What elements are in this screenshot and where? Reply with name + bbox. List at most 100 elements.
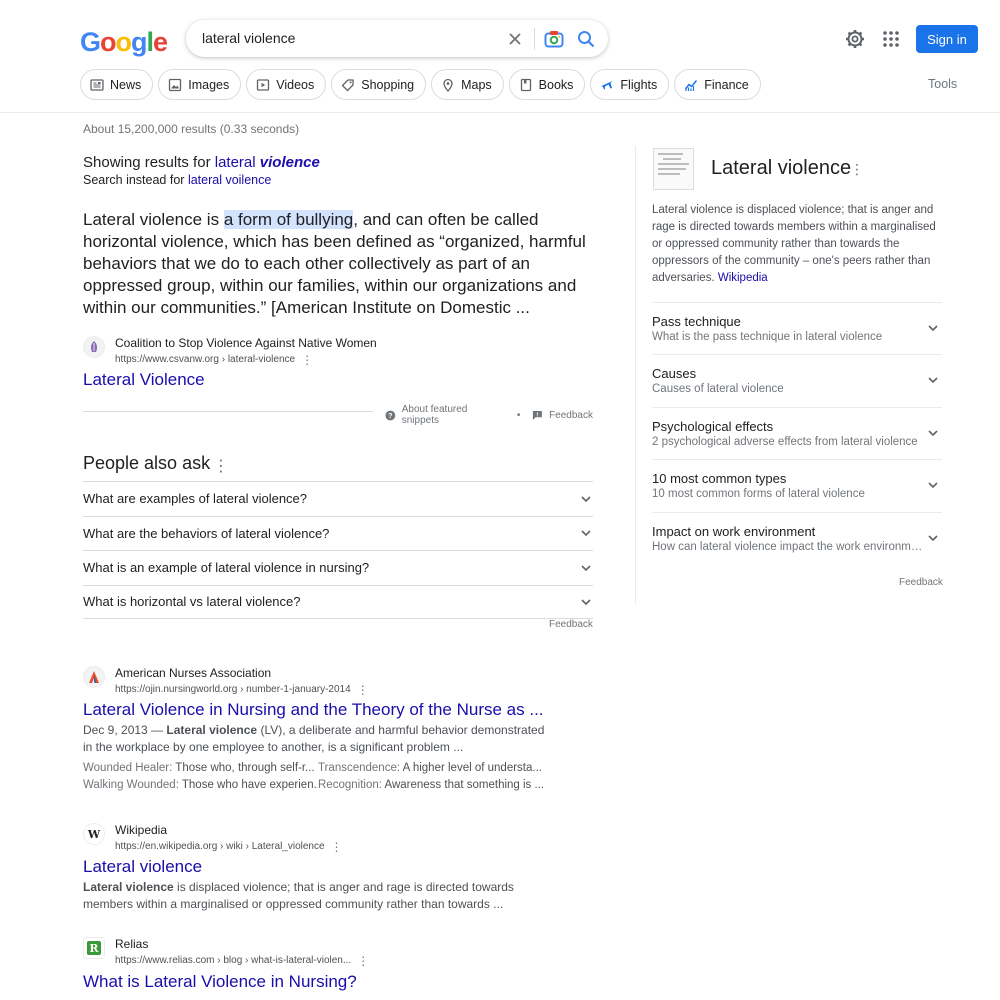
instead-prefix: Search instead for — [83, 173, 185, 187]
chip-label: Shopping — [361, 77, 415, 92]
sitelink-key: Walking Wounded: — [83, 779, 179, 791]
chip-maps[interactable]: Maps — [431, 69, 504, 100]
camera-lens-icon[interactable] — [542, 27, 566, 51]
chip-books[interactable]: Books — [508, 69, 586, 100]
result-source-wikipedia[interactable]: W Wikipedia https://en.wikipedia.org › w… — [83, 823, 343, 854]
featured-result-title[interactable]: Lateral Violence — [83, 370, 205, 390]
result-source-relias[interactable]: R Relias https://www.relias.com › blog ›… — [83, 937, 369, 968]
paa-more-options-icon[interactable]: ⋮ — [213, 456, 229, 476]
chip-label: Videos — [276, 77, 315, 92]
result-bold: Lateral violence — [83, 880, 174, 894]
wikipedia-link[interactable]: Wikipedia — [718, 272, 768, 284]
maps-icon — [443, 78, 453, 92]
featured-snippet-footer: ? About featured snippets • Feedback — [83, 404, 593, 426]
chevron-down-icon — [928, 482, 938, 489]
kp-topic-sub: 10 most common forms of lateral violence — [652, 488, 865, 501]
sitelink[interactable]: Walking Wounded: Those who have experien… — [83, 777, 318, 794]
knowledge-panel-more-icon[interactable]: ⋮ — [850, 161, 864, 178]
chip-label: Images — [188, 77, 230, 92]
featured-snippet-text: Lateral violence is a form of bullying, … — [83, 209, 593, 319]
header-divider — [0, 112, 1000, 113]
chevron-down-icon — [928, 325, 938, 332]
paa-question[interactable]: What is an example of lateral violence i… — [83, 550, 593, 585]
kp-topic[interactable]: Impact on work environment How can later… — [652, 511, 942, 564]
kp-topic-sub: What is the pass technique in lateral vi… — [652, 331, 883, 343]
more-options-icon[interactable]: ⋮ — [331, 840, 343, 854]
chevron-down-icon — [928, 430, 938, 436]
search-divider — [534, 28, 535, 50]
sign-in-button[interactable]: Sign in — [916, 25, 978, 53]
paa-question-text: What is an example of lateral violence i… — [83, 560, 370, 576]
search-box[interactable]: lateral violence — [186, 20, 608, 57]
finance-icon — [685, 79, 698, 91]
kp-topic-sub: How can lateral violence impact the work… — [652, 540, 924, 553]
result-snippet: Lateral violence is displaced violence; … — [83, 879, 553, 913]
clear-icon[interactable] — [504, 28, 526, 50]
chip-finance[interactable]: Finance — [674, 69, 761, 100]
footer-divider — [83, 411, 373, 412]
tools-button[interactable]: Tools — [928, 77, 957, 91]
result-title[interactable]: Lateral violence — [83, 857, 202, 877]
search-icon[interactable] — [574, 27, 598, 51]
snippet-feedback-link[interactable]: Feedback — [549, 410, 593, 421]
sitelink-key: Recognition: — [318, 779, 382, 791]
sitelink[interactable]: Wounded Healer: Those who, through self-… — [83, 760, 318, 777]
kp-topic-title: Impact on work environment — [652, 523, 816, 539]
chip-label: Maps — [461, 77, 492, 92]
search-instead: Search instead for lateral voilence — [83, 173, 271, 187]
flights-icon — [601, 80, 613, 89]
svg-text:?: ? — [388, 412, 392, 420]
chevron-down-icon — [581, 530, 591, 537]
paa-question[interactable]: What is horizontal vs lateral violence? — [83, 584, 593, 619]
about-featured-snippets-link[interactable]: About featured snippets — [402, 404, 505, 426]
corrected-query-link[interactable]: lateral violence — [215, 154, 320, 171]
chevron-down-icon — [581, 599, 591, 605]
result-title[interactable]: Lateral Violence in Nursing and the Theo… — [83, 700, 544, 720]
showing-prefix: Showing results for — [83, 154, 211, 171]
result-date: Dec 9, 2013 — — [83, 723, 164, 737]
chip-label: News — [110, 77, 142, 92]
more-options-icon[interactable]: ⋮ — [357, 954, 369, 968]
paa-question-text: What is horizontal vs lateral violence? — [83, 594, 301, 610]
ana-favicon — [83, 666, 105, 688]
google-logo[interactable]: Google — [80, 27, 168, 58]
paa-question[interactable]: What are the behaviors of lateral violen… — [83, 515, 593, 551]
result-title[interactable]: What is Lateral Violence in Nursing? — [83, 972, 357, 992]
result-bold: Lateral violence — [166, 723, 258, 737]
original-query-link[interactable]: lateral voilence — [188, 173, 271, 187]
sitelink[interactable]: Transcendence: A higher level of underst… — [318, 760, 553, 777]
search-input[interactable]: lateral violence — [202, 30, 295, 46]
sitelink-key: Wounded Healer: — [83, 762, 173, 774]
source-url: https://www.csvanw.org › lateral-violenc… — [115, 354, 296, 365]
paa-question[interactable]: What are examples of lateral violence? — [83, 481, 593, 516]
more-options-icon[interactable]: ⋮ — [357, 683, 369, 697]
knowledge-panel-description: Lateral violence is displaced violence; … — [652, 202, 940, 287]
source-url: https://ojin.nursingworld.org › number-1… — [115, 684, 351, 695]
chip-images[interactable]: Images — [158, 69, 242, 100]
kp-desc-text: Lateral violence is displaced violence; … — [652, 204, 936, 284]
chip-shopping[interactable]: Shopping — [331, 69, 427, 100]
chip-videos[interactable]: Videos — [246, 69, 327, 100]
wikipedia-favicon: W — [83, 823, 105, 845]
kp-topic[interactable]: 10 most common types 10 most common form… — [652, 459, 942, 511]
kp-topic[interactable]: Causes Causes of lateral violence — [652, 354, 942, 406]
chip-flights[interactable]: Flights — [590, 69, 670, 100]
featured-source[interactable]: Coalition to Stop Violence Against Nativ… — [83, 336, 377, 367]
result-source-ana[interactable]: American Nurses Association https://ojin… — [83, 666, 369, 697]
source-url: https://en.wikipedia.org › wiki › Latera… — [115, 841, 325, 852]
knowledge-panel-title: Lateral violence — [711, 157, 852, 179]
kp-topic-title: Causes — [652, 366, 697, 382]
sitelink[interactable]: Recognition: Awareness that something is… — [318, 777, 553, 794]
knowledge-panel-thumbnail[interactable] — [653, 148, 694, 190]
more-options-icon[interactable]: ⋮ — [301, 353, 313, 367]
knowledge-panel-feedback-link[interactable]: Feedback — [899, 577, 943, 588]
kp-topic[interactable]: Pass technique What is the pass techniqu… — [652, 302, 942, 354]
kp-topic[interactable]: Psychological effects 2 psychological ad… — [652, 406, 942, 459]
videos-icon — [257, 78, 270, 91]
apps-grid-icon[interactable] — [879, 27, 903, 51]
chip-news[interactable]: News — [80, 69, 154, 100]
separator-dot: • — [516, 409, 521, 421]
gear-icon[interactable] — [843, 27, 867, 51]
paa-feedback-link[interactable]: Feedback — [549, 619, 593, 630]
source-url: https://www.relias.com › blog › what-is-… — [115, 955, 352, 966]
